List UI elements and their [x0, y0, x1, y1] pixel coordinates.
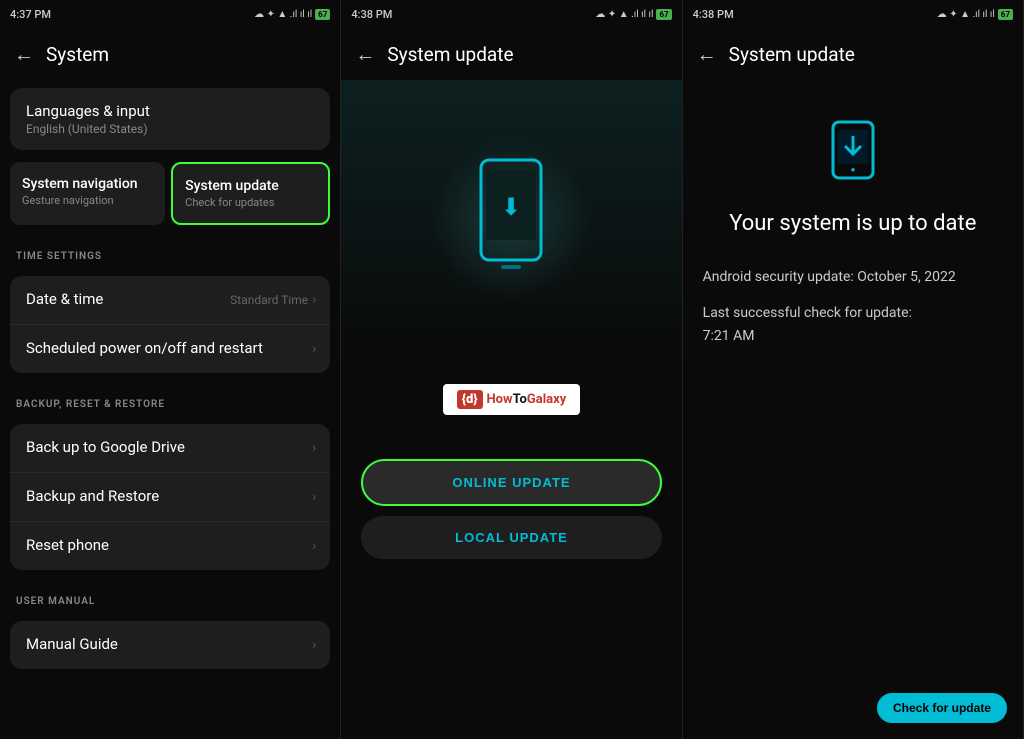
uptodate-info-lastcheck: Last successful check for update:7:21 AM — [703, 302, 1003, 347]
status-bar-2: 4:38 PM ☁ ✦ ▲ .ıl ıl ıl 67 — [341, 0, 681, 28]
backup-card-group: Back up to Google Drive › Backup and Res… — [10, 424, 330, 570]
logo-container: {d} HowToGalaxy — [443, 384, 581, 415]
status-icons-3: ☁ ✦ ▲ .ıl ıl ıl 67 — [937, 9, 1013, 20]
page-title-1: System — [46, 43, 109, 66]
back-button-2[interactable]: ← — [355, 42, 375, 67]
manual-guide-item[interactable]: Manual Guide › — [10, 621, 330, 669]
online-update-button[interactable]: ONLINE UPDATE — [361, 459, 661, 506]
back-button-3[interactable]: ← — [697, 42, 717, 67]
update-content: ⬇ {d} HowToGalaxy ONLINE UPDATE LOCAL UP… — [341, 80, 681, 739]
date-time-value: Standard Time — [230, 293, 308, 307]
status-time-3: 4:38 PM — [693, 8, 734, 21]
status-icons-2: ☁ ✦ ▲ .ıl ıl ıl 67 — [595, 9, 671, 20]
manual-card-group: Manual Guide › — [10, 621, 330, 669]
system-update-sub: Check for updates — [185, 196, 316, 209]
uptodate-content: ● Your system is up to date Android secu… — [683, 80, 1023, 739]
signal-icons-2: ☁ ✦ ▲ .ıl ıl ıl — [595, 9, 653, 20]
panel-system-settings: 4:37 PM ☁ ✦ ▲ .ıl ıl ıl 67 ← System Lang… — [0, 0, 341, 739]
logo-how: How — [487, 392, 513, 407]
signal-icons-3: ☁ ✦ ▲ .ıl ıl ıl — [937, 9, 995, 20]
backup-googledrive-title: Back up to Google Drive — [26, 438, 314, 456]
update-buttons-container: ONLINE UPDATE LOCAL UPDATE — [341, 459, 681, 559]
page-title-3: System update — [729, 43, 855, 66]
system-navigation-item[interactable]: System navigation Gesture navigation — [10, 162, 165, 225]
status-time-1: 4:37 PM — [10, 8, 51, 21]
time-card-group: Date & time Standard Time › Scheduled po… — [10, 276, 330, 373]
reset-phone-chevron: › — [312, 538, 316, 554]
backup-restore-right: › — [312, 489, 316, 505]
backup-restore-title: Backup and Restore — [26, 487, 314, 505]
phone-check-icon: ● — [828, 120, 878, 180]
panel-up-to-date: 4:38 PM ☁ ✦ ▲ .ıl ıl ıl 67 ← System upda… — [683, 0, 1024, 739]
uptodate-phone-icon: ● — [828, 120, 878, 191]
check-update-button[interactable]: Check for update — [877, 693, 1007, 723]
languages-input-item[interactable]: Languages & input English (United States… — [10, 88, 330, 150]
top-bar-1: ← System — [0, 28, 340, 80]
date-time-chevron: › — [312, 292, 316, 308]
logo-bracket: {d} — [457, 390, 483, 409]
manual-guide-title: Manual Guide — [26, 635, 314, 653]
last-check-time: 7:21 AM — [703, 328, 755, 344]
battery-1: 67 — [315, 9, 330, 20]
backup-restore-item[interactable]: Backup and Restore › — [10, 473, 330, 522]
languages-card-group: Languages & input English (United States… — [10, 88, 330, 150]
reset-phone-right: › — [312, 538, 316, 554]
system-update-title: System update — [185, 178, 316, 194]
status-time-2: 4:38 PM — [351, 8, 392, 21]
signal-icons-1: ☁ ✦ ▲ .ıl ıl ıl — [254, 9, 312, 20]
uptodate-title: Your system is up to date — [729, 211, 976, 236]
languages-sub: English (United States) — [26, 122, 314, 136]
update-graphic: ⬇ — [341, 80, 681, 360]
system-nav-sub: Gesture navigation — [22, 194, 153, 207]
scheduled-power-item[interactable]: Scheduled power on/off and restart › — [10, 325, 330, 373]
top-bar-3: ← System update — [683, 28, 1023, 80]
system-nav-title: System navigation — [22, 176, 153, 192]
backup-googledrive-chevron: › — [312, 440, 316, 456]
manual-guide-chevron: › — [312, 637, 316, 653]
status-bar-1: 4:37 PM ☁ ✦ ▲ .ıl ıl ıl 67 — [0, 0, 340, 28]
phone-download-icon: ⬇ — [471, 155, 551, 285]
logo-galaxy: Galaxy — [527, 392, 566, 407]
logo-watermark: {d} HowToGalaxy — [443, 374, 581, 435]
panel-system-update: 4:38 PM ☁ ✦ ▲ .ıl ıl ıl 67 ← System upda… — [341, 0, 682, 739]
battery-3: 67 — [998, 9, 1013, 20]
manual-guide-right: › — [312, 637, 316, 653]
backup-section-label: BACKUP, RESET & RESTORE — [0, 385, 340, 416]
settings-content: Languages & input English (United States… — [0, 80, 340, 739]
nav-update-row: System navigation Gesture navigation Sys… — [10, 162, 330, 225]
system-update-item[interactable]: System update Check for updates — [171, 162, 330, 225]
page-title-2: System update — [387, 43, 513, 66]
scheduled-power-title: Scheduled power on/off and restart — [26, 339, 314, 357]
top-bar-2: ← System update — [341, 28, 681, 80]
date-time-right: Standard Time › — [230, 292, 316, 308]
logo-to: To — [513, 392, 527, 407]
backup-googledrive-right: › — [312, 440, 316, 456]
svg-text:●: ● — [850, 165, 855, 174]
backup-googledrive-item[interactable]: Back up to Google Drive › — [10, 424, 330, 473]
date-time-item[interactable]: Date & time Standard Time › — [10, 276, 330, 325]
manual-section-label: USER MANUAL — [0, 582, 340, 613]
time-section-label: TIME SETTINGS — [0, 237, 340, 268]
local-update-button[interactable]: LOCAL UPDATE — [361, 516, 661, 559]
backup-restore-chevron: › — [312, 489, 316, 505]
svg-text:⬇: ⬇ — [501, 193, 521, 221]
languages-title: Languages & input — [26, 102, 314, 120]
battery-2: 67 — [656, 9, 671, 20]
update-graphic-inner: ⬇ — [431, 140, 591, 300]
uptodate-info-security: Android security update: October 5, 2022 — [703, 266, 1003, 288]
status-icons-1: ☁ ✦ ▲ .ıl ıl ıl 67 — [254, 9, 330, 20]
reset-phone-item[interactable]: Reset phone › — [10, 522, 330, 570]
scheduled-power-chevron: › — [312, 341, 316, 357]
status-bar-3: 4:38 PM ☁ ✦ ▲ .ıl ıl ıl 67 — [683, 0, 1023, 28]
reset-phone-title: Reset phone — [26, 536, 314, 554]
scheduled-power-right: › — [312, 341, 316, 357]
back-button-1[interactable]: ← — [14, 42, 34, 67]
